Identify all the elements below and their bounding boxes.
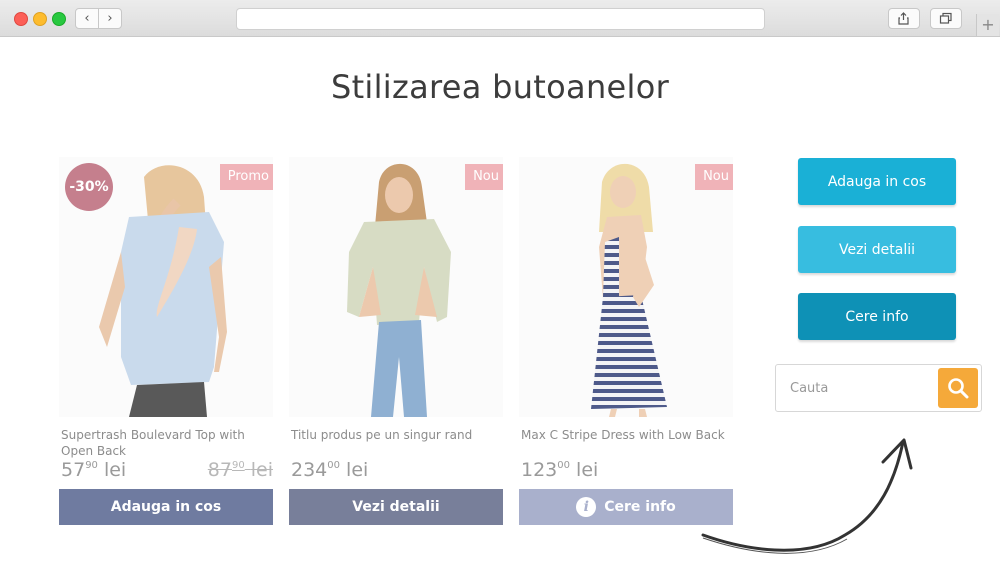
chevron-left-icon: ‹: [84, 11, 90, 26]
promo-badge: Promo: [219, 164, 273, 190]
curved-arrow-icon: [701, 438, 913, 554]
sidebar-view-details-button[interactable]: Vezi detalii: [798, 226, 956, 273]
price-cents: 00: [327, 460, 340, 471]
view-details-button[interactable]: Vezi detalii: [289, 489, 503, 525]
new-tab-button[interactable]: +: [976, 14, 999, 36]
product-photo-graphic: [347, 163, 451, 417]
discount-badge: -30%: [65, 163, 113, 211]
price-currency: lei: [346, 459, 369, 481]
product-image[interactable]: Nou: [289, 157, 503, 417]
info-icon: i: [576, 497, 597, 517]
sidebar-add-to-cart-button[interactable]: Adauga in cos: [798, 158, 956, 205]
add-to-cart-button[interactable]: Adauga in cos: [59, 489, 273, 525]
old-price: 8790 lei: [208, 459, 273, 481]
close-window-button[interactable]: [14, 12, 28, 26]
share-button[interactable]: [888, 8, 920, 29]
search-icon: [948, 378, 969, 399]
new-badge: Nou: [695, 164, 733, 195]
forward-button[interactable]: ›: [98, 8, 122, 29]
browser-toolbar: ‹ › +: [0, 0, 1000, 37]
product-image[interactable]: Nou: [519, 157, 733, 417]
share-icon: [898, 12, 909, 25]
price-main: 123: [521, 459, 558, 481]
product-photo-graphic: [591, 163, 667, 417]
chevron-right-icon: ›: [107, 11, 113, 26]
address-bar[interactable]: [236, 8, 765, 30]
search-button[interactable]: [938, 368, 978, 408]
request-info-label: Cere info: [604, 499, 676, 515]
product-card: Nou Titlu produs pe un singur rand 23400…: [289, 157, 503, 525]
tabs-icon: [939, 12, 952, 24]
zoom-window-button[interactable]: [52, 12, 66, 26]
new-badge: Nou: [465, 164, 503, 195]
product-card: -30% Promo Supertrash Boulevard Top with…: [59, 157, 273, 525]
product-name[interactable]: Titlu produs pe un singur rand: [291, 427, 503, 443]
old-price-currency: lei: [250, 459, 273, 481]
product-price: 12300 lei: [521, 459, 598, 481]
tabs-overview-button[interactable]: [930, 8, 962, 29]
product-price: 23400 lei: [291, 459, 368, 481]
price-currency: lei: [103, 459, 127, 481]
price-cents: 00: [557, 460, 570, 471]
price-main: 234: [291, 459, 328, 481]
minimize-window-button[interactable]: [33, 12, 47, 26]
price-main: 57: [61, 459, 86, 481]
old-price-cents: 90: [231, 460, 245, 471]
back-button[interactable]: ‹: [75, 8, 99, 29]
product-card: Nou Max C Stripe Dress with Low Back 123…: [519, 157, 733, 525]
product-name[interactable]: Supertrash Boulevard Top with Open Back: [61, 427, 273, 459]
price-cents: 90: [85, 460, 98, 471]
old-price-main: 87: [207, 459, 232, 481]
page-title: Stilizarea butoanelor: [330, 68, 670, 106]
search-input[interactable]: [788, 375, 932, 401]
product-image[interactable]: -30% Promo: [59, 157, 273, 417]
sidebar-request-info-button[interactable]: Cere info: [798, 293, 956, 340]
price-currency: lei: [576, 459, 599, 481]
product-price: 5790 lei: [61, 459, 126, 481]
plus-icon: +: [981, 15, 995, 34]
search-box: [775, 364, 982, 412]
